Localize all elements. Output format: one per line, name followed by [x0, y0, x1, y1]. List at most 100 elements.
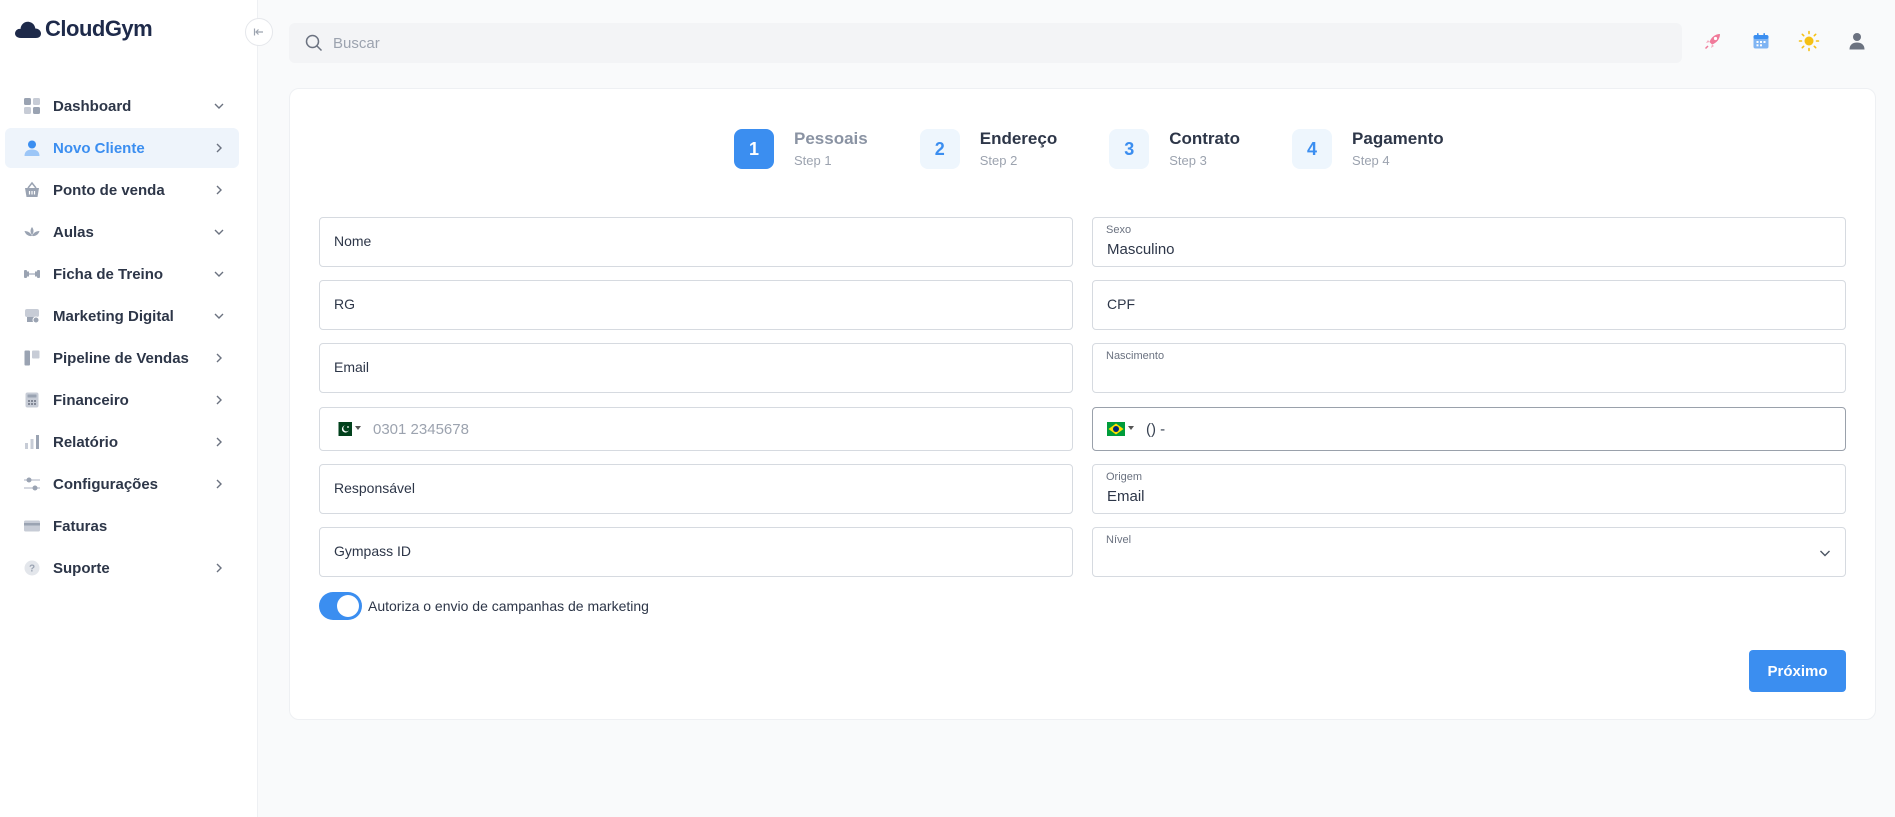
dashboard-icon	[22, 96, 42, 116]
arrow-left-icon	[253, 28, 263, 36]
responsavel-placeholder: Responsável	[334, 480, 415, 496]
bar-chart-icon	[22, 432, 42, 452]
sexo-field[interactable]: Sexo Masculino	[1092, 217, 1846, 267]
sidebar-item-aulas[interactable]: Aulas	[5, 212, 239, 252]
dumbbell-icon	[22, 264, 42, 284]
sidebar-item-pipeline-de-vendas[interactable]: Pipeline de Vendas	[5, 338, 239, 378]
nascimento-field[interactable]: Nascimento	[1092, 343, 1846, 393]
nome-placeholder: Nome	[334, 233, 372, 249]
step-number: 4	[1292, 129, 1333, 169]
step-subtitle: Step 4	[1352, 153, 1390, 168]
step-subtitle: Step 2	[979, 153, 1018, 168]
sidebar-item-relatorio[interactable]: Relatório	[5, 422, 239, 462]
marketing-consent-toggle[interactable]	[319, 592, 362, 620]
search-bar[interactable]	[289, 23, 1682, 63]
origem-label: Origem	[1106, 471, 1143, 483]
sidebar-item-label: Financeiro	[53, 391, 129, 409]
gympass-id-field[interactable]: Gympass ID	[319, 527, 1073, 577]
step-pessoais[interactable]: 1 Pessoais Step 1	[734, 129, 868, 169]
chevron-right-icon	[216, 479, 222, 489]
toggle-knob	[337, 595, 359, 617]
new-client-form-card: 1 Pessoais Step 1 2 Endereço Step 2 3 Co…	[289, 88, 1876, 720]
caret-down-icon	[355, 426, 361, 430]
gympass-placeholder: Gympass ID	[334, 543, 412, 559]
sidebar-item-label: Faturas	[53, 517, 108, 535]
chevron-down-icon	[214, 271, 224, 277]
sidebar-item-novo-cliente[interactable]: Novo Cliente	[5, 128, 239, 168]
rg-field[interactable]: RG	[319, 280, 1073, 330]
sidebar-item-configuracoes[interactable]: Configurações	[5, 464, 239, 504]
step-pagamento[interactable]: 4 Pagamento Step 4	[1292, 129, 1444, 169]
credit-card-icon	[22, 516, 42, 536]
basket-icon	[22, 180, 42, 200]
chevron-down-icon	[214, 103, 224, 109]
sidebar-collapse-button[interactable]	[245, 18, 273, 46]
nivel-select[interactable]: Nível	[1092, 527, 1846, 577]
search-icon	[305, 34, 323, 52]
phone-field-br[interactable]: () -	[1092, 407, 1846, 451]
email-placeholder: Email	[334, 359, 370, 375]
sidebar-item-label: Ficha de Treino	[53, 265, 164, 283]
sidebar-item-marketing-digital[interactable]: Marketing Digital	[5, 296, 239, 336]
sidebar-item-dashboard[interactable]: Dashboard	[5, 86, 239, 126]
pipeline-icon	[22, 348, 42, 368]
sidebar-item-financeiro[interactable]: Financeiro	[5, 380, 239, 420]
megaphone-icon	[22, 306, 42, 326]
step-title: Contrato	[1169, 129, 1241, 148]
sun-icon[interactable]	[1798, 30, 1820, 52]
email-field[interactable]: Email	[319, 343, 1073, 393]
step-number: 2	[919, 129, 960, 169]
nivel-label: Nível	[1106, 534, 1132, 546]
step-title: Pessoais	[794, 129, 868, 148]
phone-value: () -	[1146, 421, 1166, 438]
step-contrato[interactable]: 3 Contrato Step 3	[1109, 129, 1240, 169]
pakistan-flag-icon[interactable]	[334, 422, 352, 436]
sidebar-item-label: Ponto de venda	[53, 181, 165, 199]
marketing-consent-label: Autoriza o envio de campanhas de marketi…	[368, 598, 649, 614]
sidebar-item-faturas[interactable]: Faturas	[5, 506, 239, 546]
logo[interactable]: CloudGym	[14, 16, 153, 42]
cpf-placeholder: CPF	[1107, 296, 1135, 312]
stepper: 1 Pessoais Step 1 2 Endereço Step 2 3 Co…	[734, 129, 1496, 169]
sidebar-item-ficha-de-treino[interactable]: Ficha de Treino	[5, 254, 239, 294]
step-subtitle: Step 3	[1169, 153, 1207, 168]
svg-text:?: ?	[29, 564, 35, 575]
step-title: Pagamento	[1352, 129, 1444, 148]
origem-value: Email	[1107, 488, 1145, 505]
help-icon: ?	[22, 558, 42, 578]
chevron-right-icon	[216, 185, 222, 195]
step-number: 1	[734, 129, 774, 169]
logo-text: CloudGym	[45, 16, 153, 41]
sexo-value: Masculino	[1107, 241, 1175, 258]
topbar-actions	[1702, 30, 1868, 52]
search-input[interactable]	[333, 34, 1633, 52]
chevron-right-icon	[216, 437, 222, 447]
step-endereco[interactable]: 2 Endereço Step 2	[919, 129, 1058, 169]
chevron-down-icon	[214, 229, 224, 235]
sidebar: CloudGym Dashboard Novo Cliente Ponto de…	[0, 0, 258, 817]
rg-placeholder: RG	[334, 296, 355, 312]
chevron-right-icon	[216, 143, 222, 153]
cpf-field[interactable]: CPF	[1092, 280, 1846, 330]
rocket-icon[interactable]	[1702, 30, 1724, 52]
sidebar-item-suporte[interactable]: ? Suporte	[5, 548, 239, 588]
step-title: Endereço	[979, 129, 1058, 148]
origem-field[interactable]: Origem Email	[1092, 464, 1846, 514]
chevron-down-icon	[1820, 550, 1830, 557]
nome-field[interactable]: Nome	[319, 217, 1073, 267]
sidebar-item-label: Configurações	[53, 475, 159, 493]
phone-placeholder: 0301 2345678	[373, 421, 469, 438]
nascimento-label: Nascimento	[1106, 350, 1165, 362]
next-button[interactable]: Próximo	[1749, 650, 1846, 692]
sidebar-item-label: Marketing Digital	[53, 307, 174, 325]
step-subtitle: Step 1	[794, 153, 832, 168]
responsavel-field[interactable]: Responsável	[319, 464, 1073, 514]
user-icon	[22, 138, 42, 158]
chevron-right-icon	[216, 395, 222, 405]
sidebar-item-ponto-de-venda[interactable]: Ponto de venda	[5, 170, 239, 210]
chevron-right-icon	[216, 353, 222, 363]
user-profile-icon[interactable]	[1846, 30, 1868, 52]
phone-field-pk[interactable]: 0301 2345678	[319, 407, 1073, 451]
brazil-flag-icon[interactable]	[1107, 422, 1125, 436]
calendar-icon[interactable]	[1750, 30, 1772, 52]
